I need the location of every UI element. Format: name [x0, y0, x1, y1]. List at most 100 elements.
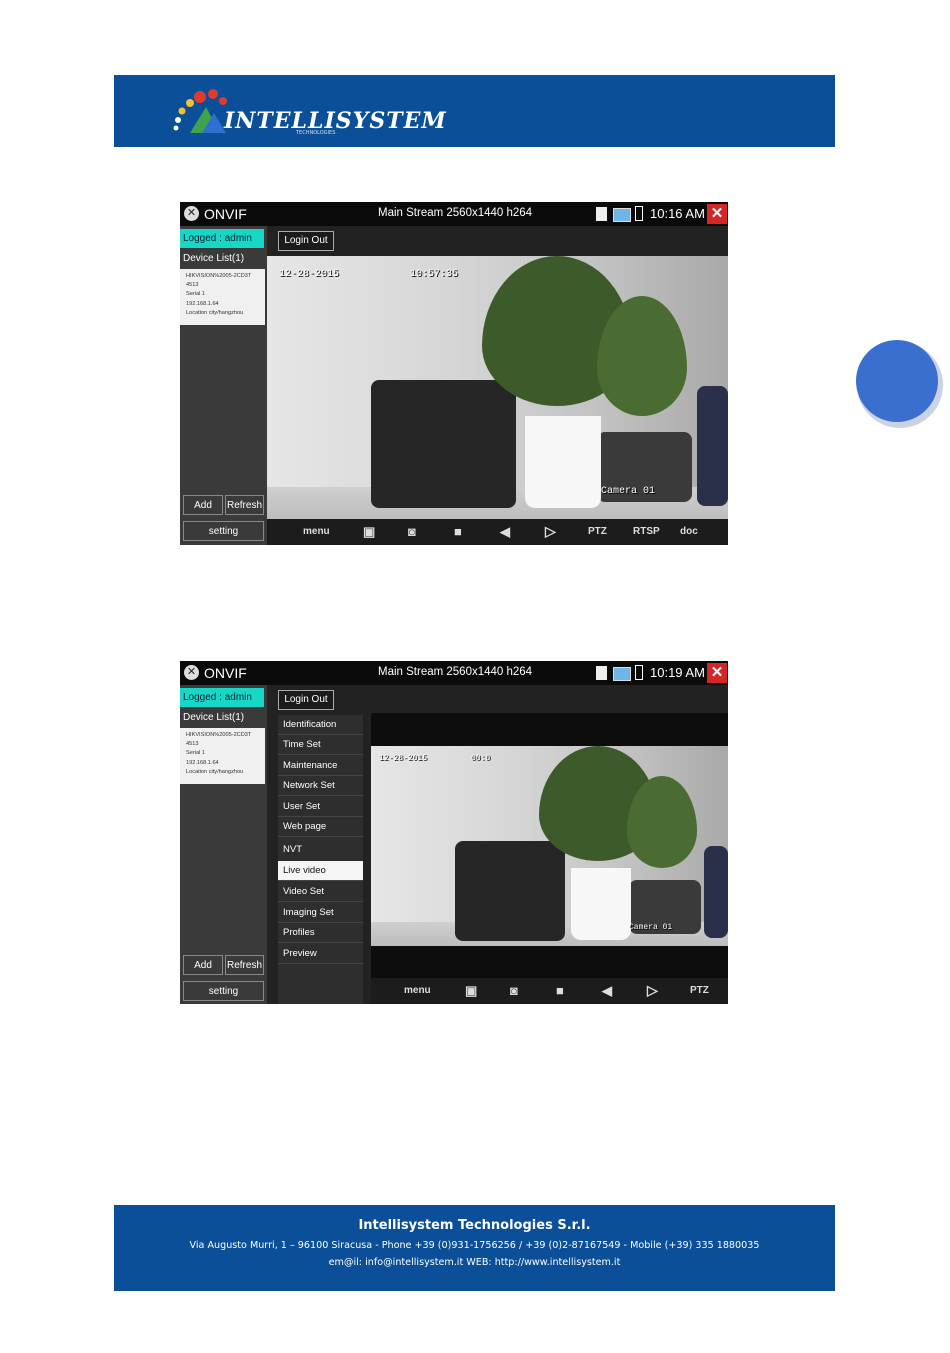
device-list-label: Device List(1): [183, 253, 245, 264]
page-tab-circle: [856, 340, 938, 422]
device-serial: Serial 1: [186, 750, 205, 757]
play-icon[interactable]: ▷: [647, 982, 658, 999]
add-button[interactable]: Add: [183, 495, 223, 515]
device-list-label: Device List(1): [183, 712, 245, 723]
login-out-button[interactable]: Login Out: [278, 690, 334, 710]
left-panel: Logged : admin Device List(1) HIKVISION%…: [180, 685, 267, 1004]
main-area: Login Out 12-28-2015 10:57:35 Camera 01 …: [267, 226, 728, 545]
record-icon[interactable]: ■: [454, 524, 462, 539]
bottom-toolbar: menu ▣ ◙ ■ ◀ ▷ PTZ: [371, 978, 728, 1004]
menu-section-nvt: NVT: [283, 844, 302, 855]
app-title: ONVIF: [204, 665, 247, 681]
footer-contact: em@il: info@intellisystem.it WEB: http:/…: [328, 1257, 621, 1268]
overlay-time: 10:57:35: [410, 269, 459, 280]
clock: 10:19 AM: [650, 665, 705, 680]
device-card[interactable]: HIKVISION%2005-2CD3T 4513 Serial 1 192.1…: [180, 728, 265, 784]
video-feed[interactable]: 12-28-2015 00:0 Camera 01: [371, 746, 728, 946]
menu-item-preview[interactable]: Preview: [278, 944, 363, 964]
device-model: HIKVISION%2005-2CD3T: [186, 273, 252, 279]
device-ip: 192.168.1.64: [186, 759, 219, 766]
sd-card-icon: [596, 666, 607, 680]
video-mug: [525, 416, 601, 508]
menu-item-web-page[interactable]: Web page: [278, 817, 363, 837]
menu-button[interactable]: menu: [404, 985, 431, 996]
menu-item-live-video[interactable]: Live video: [278, 861, 363, 881]
screenshot-menu-view: ✕ ONVIF Main Stream 2560x1440 h264 10:19…: [180, 661, 728, 1004]
video-feed[interactable]: 12-28-2015 10:57:35 Camera 01: [267, 256, 728, 519]
video-mug: [571, 868, 631, 940]
close-button[interactable]: ✕: [707, 204, 727, 224]
menu-button[interactable]: menu: [303, 526, 330, 537]
gallery-icon[interactable]: ▣: [363, 524, 375, 540]
play-icon[interactable]: ▷: [545, 523, 556, 540]
clock: 10:16 AM: [650, 206, 705, 221]
video-basket: [704, 846, 728, 938]
app-title: ONVIF: [204, 206, 247, 222]
video-frame: 12-28-2015 00:0 Camera 01: [371, 713, 728, 978]
status-bar: ✕ ONVIF Main Stream 2560x1440 h264 10:16…: [180, 202, 728, 226]
device-serial: Serial 1: [186, 291, 205, 298]
footer-banner: Intellisystem Technologies S.r.l. Via Au…: [114, 1205, 835, 1291]
logo-subtext: TECHNOLOGIES: [296, 130, 336, 136]
ptz-button[interactable]: PTZ: [588, 526, 607, 537]
menu-item-time-set[interactable]: Time Set: [278, 735, 363, 755]
device-model-suffix: 4513: [186, 282, 199, 289]
logged-status: Logged : admin: [180, 688, 264, 707]
footer-address: Via Augusto Murri, 1 – 96100 Siracusa - …: [189, 1240, 760, 1251]
battery-icon: [635, 206, 643, 221]
device-model: HIKVISION%2005-2CD3T: [186, 732, 252, 738]
screenshot-live-view: ✕ ONVIF Main Stream 2560x1440 h264 10:16…: [180, 202, 728, 545]
stream-info: Main Stream 2560x1440 h264: [378, 207, 533, 219]
logo-wordmark: INTELLISYSTEM: [224, 108, 447, 134]
menu-item-network-set[interactable]: Network Set: [278, 776, 363, 796]
overlay-camera: Camera 01: [629, 923, 673, 932]
video-chair: [455, 841, 565, 941]
setting-button[interactable]: setting: [183, 521, 264, 541]
video-basket: [697, 386, 728, 506]
network-icon: [613, 667, 631, 681]
menu-item-imaging-set[interactable]: Imaging Set: [278, 903, 363, 923]
video-chair: [371, 380, 516, 508]
onvif-icon: ✕: [184, 206, 199, 221]
bottom-toolbar: menu ▣ ◙ ■ ◀ ▷ PTZ RTSP doc: [267, 519, 728, 545]
status-bar: ✕ ONVIF Main Stream 2560x1440 h264 10:19…: [180, 661, 728, 685]
overlay-camera: Camera 01: [601, 486, 656, 497]
setting-button[interactable]: setting: [183, 981, 264, 1001]
refresh-button[interactable]: Refresh: [225, 955, 264, 975]
device-location: Location city/hangzhou: [186, 309, 244, 316]
settings-menu: Identification Time Set Maintenance Netw…: [278, 715, 363, 1004]
device-location: Location city/hangzhou: [186, 768, 244, 775]
menu-item-user-set[interactable]: User Set: [278, 797, 363, 817]
overlay-date: 12-28-2015: [279, 269, 340, 280]
overlay-time: 00:0: [471, 754, 491, 763]
menu-item-video-set[interactable]: Video Set: [278, 882, 363, 902]
main-area: Login Out Identification Time Set Mainte…: [267, 685, 728, 1004]
device-ip: 192.168.1.64: [186, 300, 219, 307]
refresh-button[interactable]: Refresh: [225, 495, 264, 515]
footer-company: Intellisystem Technologies S.r.l.: [358, 1218, 591, 1233]
menu-item-profiles[interactable]: Profiles: [278, 923, 363, 943]
camera-icon[interactable]: ◙: [408, 524, 416, 539]
battery-icon: [635, 665, 643, 680]
close-button[interactable]: ✕: [707, 663, 727, 683]
camera-icon[interactable]: ◙: [510, 983, 518, 998]
ptz-button[interactable]: PTZ: [690, 985, 709, 996]
add-button[interactable]: Add: [183, 955, 223, 975]
record-icon[interactable]: ■: [556, 983, 564, 998]
left-panel: Logged : admin Device List(1) HIKVISION%…: [180, 226, 267, 545]
header-banner: INTELLISYSTEM TECHNOLOGIES: [114, 75, 835, 147]
onvif-icon: ✕: [184, 665, 199, 680]
mute-icon[interactable]: ◀: [602, 983, 612, 999]
gallery-icon[interactable]: ▣: [465, 983, 477, 999]
logged-status: Logged : admin: [180, 229, 264, 248]
menu-item-identification[interactable]: Identification: [278, 715, 363, 735]
sd-card-icon: [596, 207, 607, 221]
device-card[interactable]: HIKVISION%2005-2CD3T 4513 Serial 1 192.1…: [180, 269, 265, 325]
overlay-date: 12-28-2015: [379, 754, 428, 763]
doc-button[interactable]: doc: [680, 526, 698, 537]
stream-info: Main Stream 2560x1440 h264: [378, 666, 533, 678]
mute-icon[interactable]: ◀: [500, 524, 510, 540]
login-out-button[interactable]: Login Out: [278, 231, 334, 251]
menu-item-maintenance[interactable]: Maintenance: [278, 756, 363, 776]
rtsp-button[interactable]: RTSP: [633, 526, 660, 537]
